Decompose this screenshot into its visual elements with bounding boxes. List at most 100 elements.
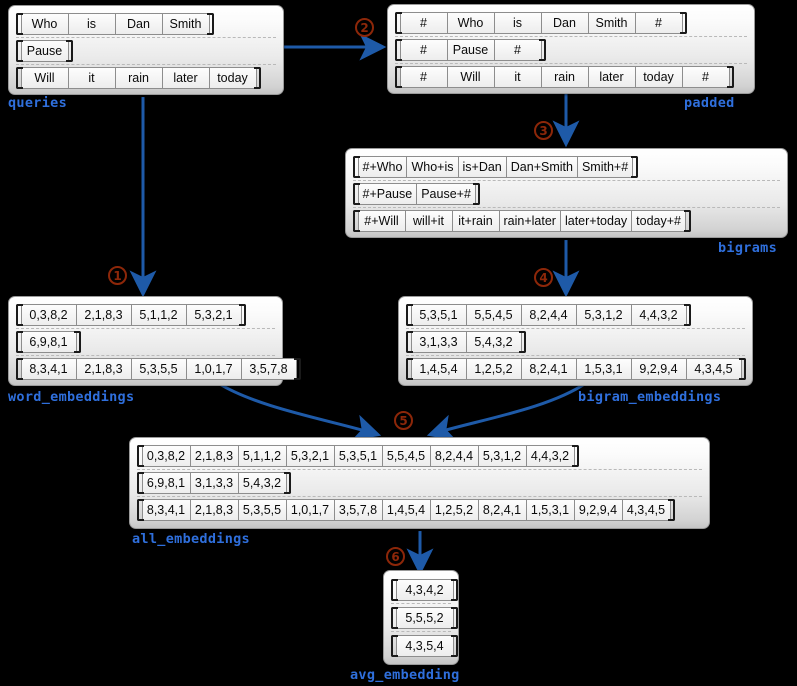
step-marker-3: 3 — [534, 121, 553, 140]
tensor-cell: 8,2,4,4 — [520, 304, 577, 326]
node-word-embeddings: 0,3,8,2 2,1,8,3 5,1,1,2 5,3,2,1 6,9,8,1 8,3,4… — [8, 296, 301, 386]
tensor-row: 8,3,4,1 2,1,8,3 5,3,5,5 1,0,1,7 3,5,7,8 1,4,5… — [137, 496, 702, 523]
tensor-cell: 1,4,5,4 — [381, 499, 431, 521]
tensor-cell: 4,4,3,2 — [630, 304, 687, 326]
vector-bracket: 1,4,5,4 1,2,5,2 8,2,4,1 1,5,3,1 9,2,9,4 4,3,4… — [406, 358, 746, 380]
tensor-cell: 6,9,8,1 — [20, 331, 77, 353]
node-all-embeddings: 0,3,8,2 2,1,8,3 5,1,1,2 5,3,2,1 5,3,5,1 5,5,4… — [129, 437, 710, 529]
tensor-cell: 2,1,8,3 — [75, 358, 132, 380]
tensor-cell: 1,0,1,7 — [185, 358, 242, 380]
tensor-cell: 5,3,2,1 — [285, 445, 335, 467]
tensor-cell: 4,3,4,2 — [395, 578, 454, 601]
tensor-cell: Will — [446, 66, 495, 88]
tensor-row: #+Will will+it it+rain rain+later later+toda… — [353, 207, 780, 234]
tensor-row: Who is Dan Smith — [16, 11, 276, 37]
tensor-cell: 5,4,3,2 — [237, 472, 287, 494]
tensor-cell: later+today — [559, 210, 633, 232]
tensor-cell: 0,3,8,2 — [141, 445, 191, 467]
tensor-cell: 1,5,3,1 — [525, 499, 575, 521]
tensor-cell: 5,3,1,2 — [575, 304, 632, 326]
node-label-word-embeddings: word_embeddings — [8, 389, 135, 405]
tensor-cell: Pause — [446, 39, 495, 61]
node-bigram-embeddings: 5,3,5,1 5,5,4,5 8,2,4,4 5,3,1,2 4,4,3,2 3,1,3… — [398, 296, 753, 386]
tensor-cell: 2,1,8,3 — [75, 304, 132, 326]
node-label-all-embeddings: all_embeddings — [132, 531, 250, 547]
vector-bracket: 6,9,8,1 3,1,3,3 5,4,3,2 — [137, 472, 291, 494]
node-label-bigram-embeddings: bigram_embeddings — [578, 389, 722, 405]
tensor-row: 0,3,8,2 2,1,8,3 5,1,1,2 5,3,2,1 5,3,5,1 5,5,4… — [137, 443, 702, 469]
tensor-cell: 8,2,4,1 — [520, 358, 577, 380]
vector-bracket: #+Will will+it it+rain rain+later later+toda… — [353, 210, 691, 232]
tensor-row: 4,3,4,2 — [391, 576, 458, 603]
tensor-cell: 5,5,4,5 — [381, 445, 431, 467]
tensor-cell: 8,2,4,4 — [429, 445, 479, 467]
node-label-padded: padded — [684, 95, 735, 111]
vector-bracket: #+Pause Pause+# — [353, 183, 481, 205]
tensor-cell: rain+later — [498, 210, 561, 232]
tensor-cell: 4,3,4,5 — [621, 499, 671, 521]
tensor-cell: # — [399, 12, 448, 34]
vector-bracket: # Who is Dan Smith # — [395, 12, 687, 34]
node-avg-embedding: 4,3,4,2 5,5,5,2 4,3,5,4 — [383, 570, 459, 665]
tensor-cell: Who — [446, 12, 495, 34]
tensor-cell: #+Pause — [357, 183, 418, 205]
tensor-cell: 3,5,7,8 — [240, 358, 297, 380]
tensor-cell: 5,3,2,1 — [185, 304, 242, 326]
vector-bracket: 4,3,5,4 — [391, 634, 458, 657]
tensor-row: 5,3,5,1 5,5,4,5 8,2,4,4 5,3,1,2 4,4,3,2 — [406, 302, 745, 328]
tensor-row: 6,9,8,1 3,1,3,3 5,4,3,2 — [137, 469, 702, 496]
vector-bracket: 6,9,8,1 — [16, 331, 81, 353]
tensor-row: 6,9,8,1 — [16, 328, 275, 355]
tensor-cell: 5,3,5,5 — [130, 358, 187, 380]
tensor-cell: 6,9,8,1 — [141, 472, 191, 494]
tensor-cell: Dan — [114, 13, 163, 35]
tensor-row: 8,3,4,1 2,1,8,3 5,3,5,5 1,0,1,7 3,5,7,8 — [16, 355, 301, 382]
tensor-cell: #+Will — [357, 210, 406, 232]
tensor-cell: 0,3,8,2 — [20, 304, 77, 326]
tensor-cell: today+# — [631, 210, 687, 232]
tensor-cell: 9,2,9,4 — [630, 358, 687, 380]
tensor-cell: it — [493, 66, 542, 88]
tensor-cell: it — [67, 67, 116, 89]
vector-bracket: 0,3,8,2 2,1,8,3 5,1,1,2 5,3,2,1 5,3,5,1 5,5,4… — [137, 445, 579, 467]
vector-bracket: Pause — [16, 40, 73, 62]
tensor-cell: 8,3,4,1 — [20, 358, 77, 380]
tensor-cell: Smith+# — [576, 156, 634, 178]
tensor-cell: later — [161, 67, 210, 89]
tensor-row: 4,3,5,4 — [391, 631, 458, 659]
tensor-cell: 2,1,8,3 — [189, 499, 239, 521]
tensor-cell: #+Who — [357, 156, 408, 178]
node-padded: # Who is Dan Smith # # Pause # # Will it rain later to… — [387, 4, 755, 94]
tensor-cell: 5,3,5,1 — [410, 304, 467, 326]
vector-bracket: 5,3,5,1 5,5,4,5 8,2,4,4 5,3,1,2 4,4,3,2 — [406, 304, 691, 326]
vector-bracket: Who is Dan Smith — [16, 13, 214, 35]
tensor-cell: Smith — [587, 12, 636, 34]
tensor-cell: later — [587, 66, 636, 88]
tensor-cell: rain — [114, 67, 163, 89]
tensor-cell: Who+is — [406, 156, 459, 178]
node-label-queries: queries — [8, 95, 67, 111]
tensor-row: #+Pause Pause+# — [353, 180, 780, 207]
tensor-cell: today — [634, 66, 683, 88]
tensor-cell: 5,5,4,5 — [465, 304, 522, 326]
tensor-cell: 5,1,1,2 — [130, 304, 187, 326]
tensor-cell: is — [493, 12, 542, 34]
tensor-cell: 4,3,5,4 — [395, 634, 454, 657]
tensor-cell: 5,4,3,2 — [465, 331, 522, 353]
tensor-row: Pause — [16, 37, 276, 64]
tensor-cell: 5,3,1,2 — [477, 445, 527, 467]
tensor-cell: 8,2,4,1 — [477, 499, 527, 521]
tensor-cell: Who — [20, 13, 69, 35]
tensor-cell: 3,1,3,3 — [410, 331, 467, 353]
vector-bracket: # Will it rain later today # — [395, 66, 734, 88]
tensor-cell: 2,1,8,3 — [189, 445, 239, 467]
vector-bracket: 3,1,3,3 5,4,3,2 — [406, 331, 526, 353]
tensor-cell: 3,1,3,3 — [189, 472, 239, 494]
vector-bracket: # Pause # — [395, 39, 546, 61]
tensor-cell: 1,2,5,2 — [465, 358, 522, 380]
tensor-row: # Will it rain later today # — [395, 63, 747, 90]
node-bigrams: #+Who Who+is is+Dan Dan+Smith Smith+# #+Pause… — [345, 148, 788, 238]
vector-bracket: 8,3,4,1 2,1,8,3 5,3,5,5 1,0,1,7 3,5,7,8 1,4,5… — [137, 499, 675, 521]
vector-bracket: Will it rain later today — [16, 67, 261, 89]
step-marker-5: 5 — [394, 411, 413, 430]
